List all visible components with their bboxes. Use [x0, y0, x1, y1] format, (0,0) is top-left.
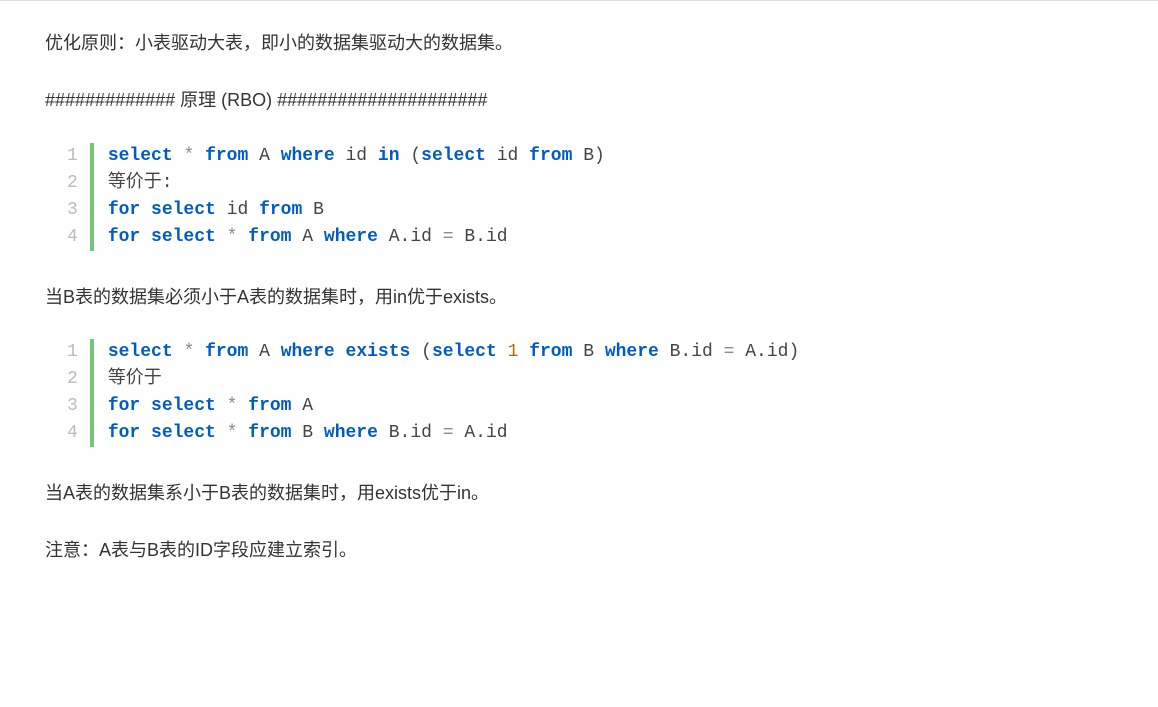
code-line-3: for select * from A: [108, 396, 313, 416]
code-line-1: select * from A where id in (select id f…: [108, 146, 605, 166]
line-number: 1: [67, 339, 78, 366]
code-line-4: for select * from A where A.id = B.id: [108, 227, 508, 247]
paragraph-exists-vs-in: 当A表的数据集系小于B表的数据集时，用exists优于in。: [45, 479, 1113, 508]
code-2-content: select * from A where exists (select 1 f…: [90, 339, 799, 447]
document-page: 优化原则：小表驱动大表，即小的数据集驱动大的数据集。 #############…: [0, 0, 1158, 623]
code-1-content: select * from A where id in (select id f…: [90, 143, 605, 251]
line-number: 4: [67, 224, 78, 251]
line-number: 2: [67, 170, 78, 197]
code-line-3: for select id from B: [108, 200, 324, 220]
code-line-2: 等价于: [108, 369, 162, 389]
code-line-4: for select * from B where B.id = A.id: [108, 423, 508, 443]
paragraph-in-vs-exists: 当B表的数据集必须小于A表的数据集时，用in优于exists。: [45, 283, 1113, 312]
code-line-1: select * from A where exists (select 1 f…: [108, 342, 799, 362]
line-number: 2: [67, 366, 78, 393]
code-block-1: 1 2 3 4 select * from A where id in (sel…: [67, 143, 1113, 251]
line-number: 1: [67, 143, 78, 170]
paragraph-optimization-principle: 优化原则：小表驱动大表，即小的数据集驱动大的数据集。: [45, 29, 1113, 58]
line-number: 3: [67, 393, 78, 420]
code-line-2: 等价于:: [108, 173, 173, 193]
code-1-gutter: 1 2 3 4: [67, 143, 90, 251]
line-number: 3: [67, 197, 78, 224]
code-block-2: 1 2 3 4 select * from A where exists (se…: [67, 339, 1113, 447]
line-number: 4: [67, 420, 78, 447]
paragraph-note-index: 注意：A表与B表的ID字段应建立索引。: [45, 536, 1113, 565]
code-2-gutter: 1 2 3 4: [67, 339, 90, 447]
paragraph-principle-rbo-heading: ############# 原理 (RBO) #################…: [45, 86, 1113, 115]
